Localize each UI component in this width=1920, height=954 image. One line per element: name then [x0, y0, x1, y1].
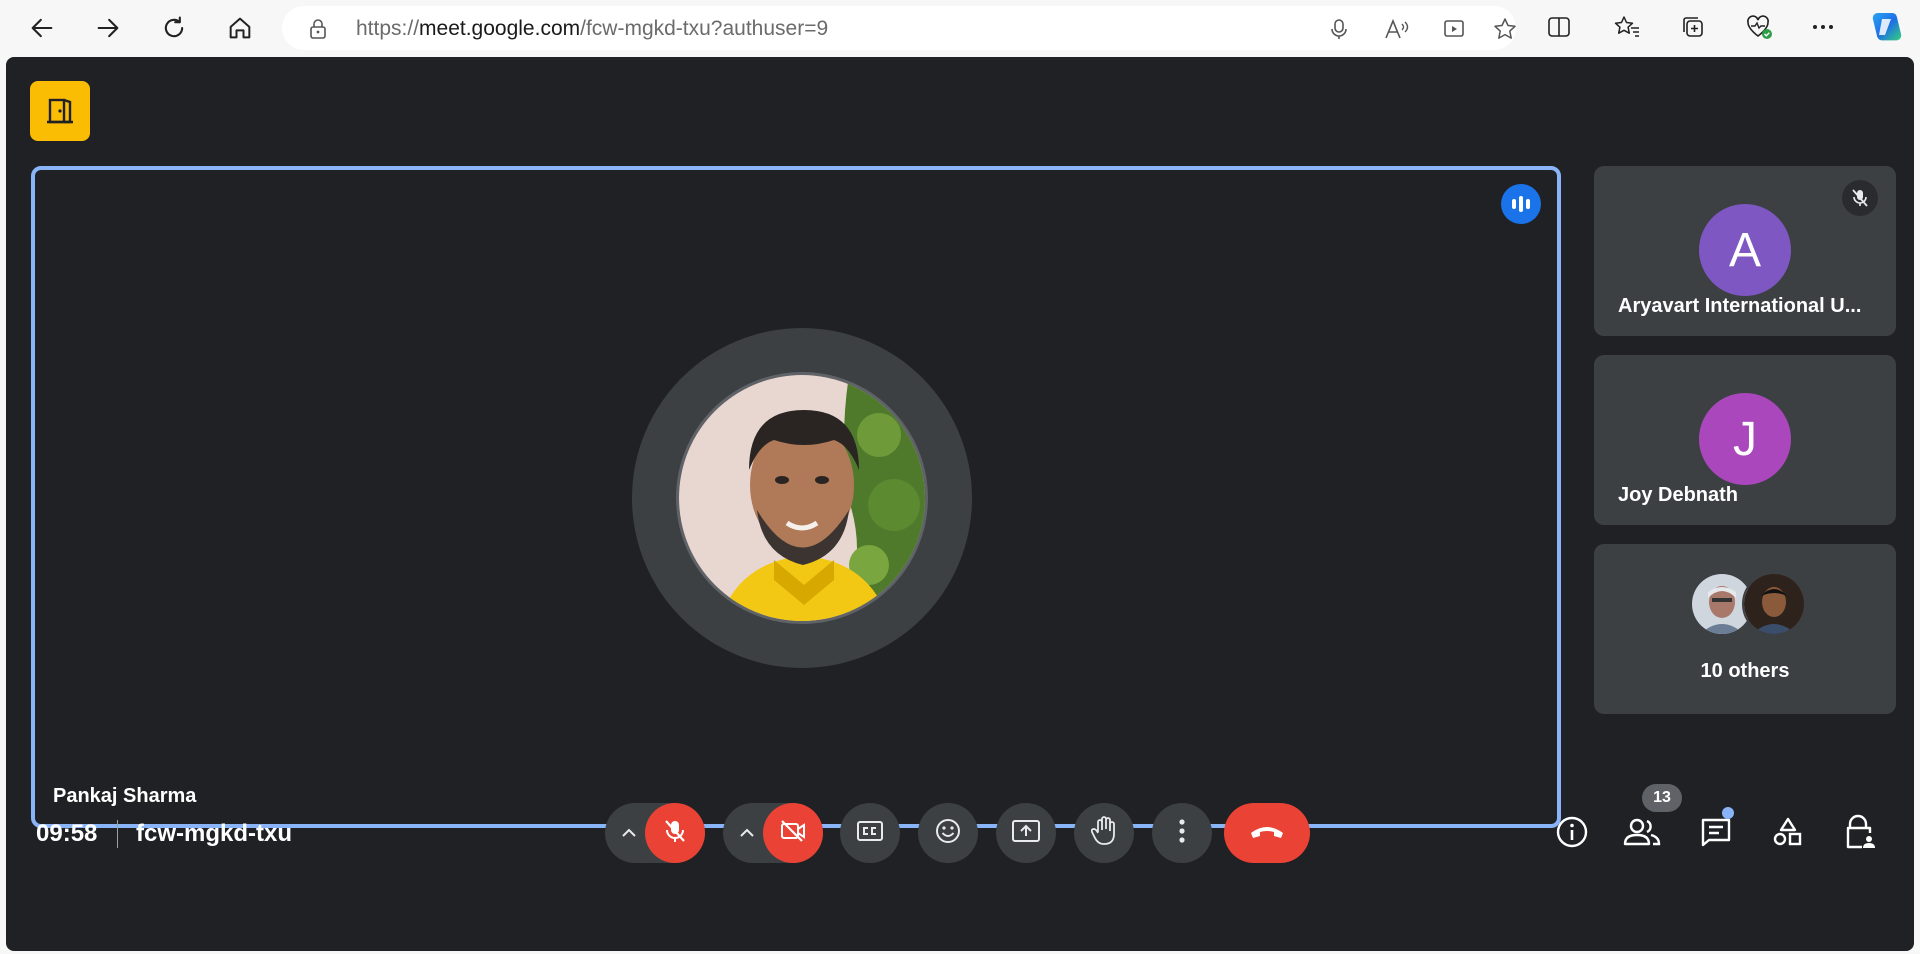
reactions-button[interactable] [918, 803, 978, 863]
participant-name: Aryavart International U... [1618, 295, 1862, 317]
meeting-clock: 09:58 [36, 820, 98, 847]
host-controls-button[interactable] [1838, 812, 1882, 856]
closed-caption-icon [856, 820, 884, 847]
present-now-button[interactable] [996, 803, 1056, 863]
back-arrow-icon[interactable] [24, 10, 60, 46]
chat-button[interactable] [1694, 812, 1738, 856]
avatar [676, 372, 928, 624]
split-screen-icon[interactable] [1544, 12, 1574, 42]
chevron-up-icon[interactable] [618, 822, 640, 844]
favorites-icon[interactable] [1612, 12, 1642, 42]
participant-count-badge: 13 [1642, 784, 1682, 812]
camera-toggle-button[interactable] [763, 803, 823, 863]
others-count-label: 10 others [1700, 660, 1790, 682]
participant-avatar-ring [632, 328, 972, 668]
copilot-icon[interactable] [1870, 10, 1904, 44]
divider [117, 820, 118, 848]
others-tile[interactable]: 10 others [1594, 544, 1896, 714]
lock-icon[interactable] [308, 18, 328, 39]
people-button[interactable] [1620, 812, 1664, 856]
read-aloud-icon[interactable] [1384, 16, 1410, 42]
forward-arrow-icon[interactable] [90, 10, 126, 46]
star-icon[interactable] [1492, 16, 1518, 42]
more-horizontal-icon[interactable] [1808, 12, 1838, 42]
home-icon[interactable] [222, 10, 258, 46]
collections-icon[interactable] [1678, 12, 1708, 42]
more-vert-icon [1178, 818, 1186, 849]
meeting-code: fcw-mgkd-txu [136, 820, 292, 847]
mic-off-icon [1842, 180, 1878, 216]
avatar: J [1699, 393, 1791, 485]
leave-call-button[interactable] [1224, 803, 1310, 863]
mic-off-icon [663, 818, 687, 849]
others-avatar-group [1690, 572, 1820, 636]
more-options-button[interactable] [1152, 803, 1212, 863]
call-end-icon [1249, 823, 1285, 844]
people-icon [1623, 817, 1661, 852]
chevron-up-icon[interactable] [736, 822, 758, 844]
audio-level-icon [1501, 184, 1541, 224]
raise-hand-button[interactable] [1074, 803, 1134, 863]
participant-tile[interactable]: A Aryavart International U... [1594, 166, 1896, 336]
lock-person-icon [1844, 814, 1876, 855]
participant-name: Pankaj Sharma [53, 785, 197, 807]
captions-button[interactable] [840, 803, 900, 863]
avatar [1742, 572, 1806, 636]
emoji-icon [934, 817, 962, 850]
main-participant-tile[interactable]: Pankaj Sharma [31, 166, 1561, 828]
app-available-icon[interactable] [1442, 16, 1468, 42]
shapes-icon [1772, 816, 1804, 853]
hand-icon [1090, 815, 1117, 851]
browser-essentials-icon[interactable] [1744, 12, 1774, 42]
meeting-details-button[interactable] [1550, 812, 1594, 856]
microphone-toggle-button[interactable] [645, 803, 705, 863]
present-screen-icon [1011, 819, 1041, 848]
microphone-icon[interactable] [1326, 16, 1352, 42]
info-icon [1555, 815, 1589, 854]
url-text: https://meet.google.com/fcw-mgkd-txu?aut… [356, 17, 829, 40]
participant-tile[interactable]: J Joy Debnath [1594, 355, 1896, 525]
avatar: A [1699, 204, 1791, 296]
address-bar[interactable]: https://meet.google.com/fcw-mgkd-txu?aut… [282, 6, 1516, 50]
activities-button[interactable] [1766, 812, 1810, 856]
refresh-icon[interactable] [156, 10, 192, 46]
unread-indicator [1722, 807, 1734, 819]
door-icon[interactable] [30, 81, 90, 141]
videocam-off-icon [779, 819, 807, 848]
browser-toolbar: https://meet.google.com/fcw-mgkd-txu?aut… [0, 0, 1920, 56]
participant-name: Joy Debnath [1618, 484, 1739, 506]
chat-icon [1700, 817, 1732, 852]
